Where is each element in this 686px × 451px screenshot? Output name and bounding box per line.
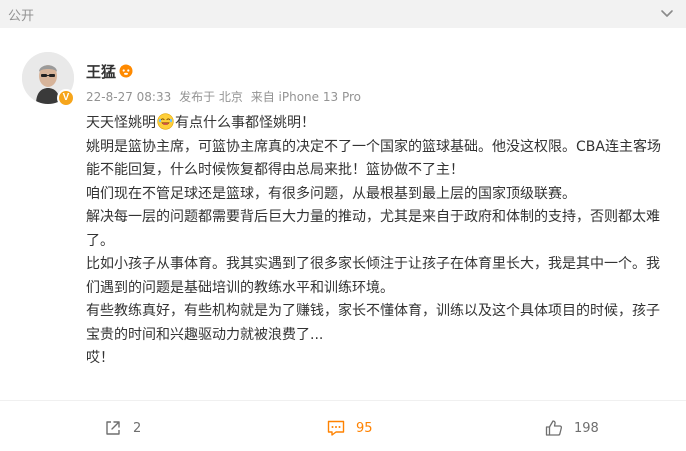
like-button[interactable]: 198 [544,410,599,446]
content-line-1: 天天怪姚明 有点什么事都怪姚明！ [86,112,672,136]
action-bar: 2 95 198 [0,410,686,446]
post-meta: 22-8-27 08:33 发布于 北京 来自 iPhone 13 Pro [86,88,365,105]
content-paragraph-2: 姚明是篮协主席，可篮协主席真的决定不了一个国家的篮球基础。他没这权限。CBA连主… [86,138,661,179]
post-location: 发布于 北京 [179,90,243,104]
content-paragraph-4: 解决每一层的问题都需要背后巨大力量的推动，尤其是来自于政府和体制的支持，否则都太… [86,209,660,249]
comment-icon [327,420,345,436]
thumbs-up-icon [545,420,563,436]
content-text-1a: 天天怪姚明 [86,115,156,131]
post-source: 来自 iPhone 13 Pro [250,90,361,104]
share-button[interactable]: 2 [103,410,141,446]
comment-button[interactable]: 95 [326,410,373,446]
verified-badge-label: V [62,92,70,103]
visibility-label: 公开 [8,9,35,24]
share-count: 2 [133,420,142,436]
laughing-emoji-icon [157,113,174,130]
verified-badge: V [57,89,75,107]
content-paragraph-3: 咱们现在不管足球还是篮球，有很多问题，从最根基到最上层的国家顶级联赛。 [86,185,576,202]
action-divider [0,400,686,401]
post-time[interactable]: 22-8-27 08:33 [86,90,171,104]
top-bar: 公开 [0,0,686,28]
content-paragraph-6: 有些教练真好，有些机构就是为了赚钱，家长不懂体育，训练以及这个具体项目的时候，孩… [86,303,660,343]
share-icon [106,421,120,435]
like-count: 198 [574,420,599,436]
content-text-1b: 有点什么事都怪姚明！ [175,115,315,131]
vip-member-icon[interactable] [118,63,134,78]
comment-count: 95 [356,420,373,436]
post-content: 天天怪姚明 有点什么事都怪姚明！ 姚明是篮协主席，可篮协主席真的决定不了一个国家的… [86,112,672,371]
author-name[interactable]: 王猛 [86,61,116,82]
content-paragraph-5: 比如小孩子从事体育。我其实遇到了很多家长倾注于让孩子在体育里长大，我是其中一个。… [86,256,660,296]
chevron-down-icon[interactable] [656,2,678,24]
content-paragraph-7: 哎！ [86,350,114,366]
